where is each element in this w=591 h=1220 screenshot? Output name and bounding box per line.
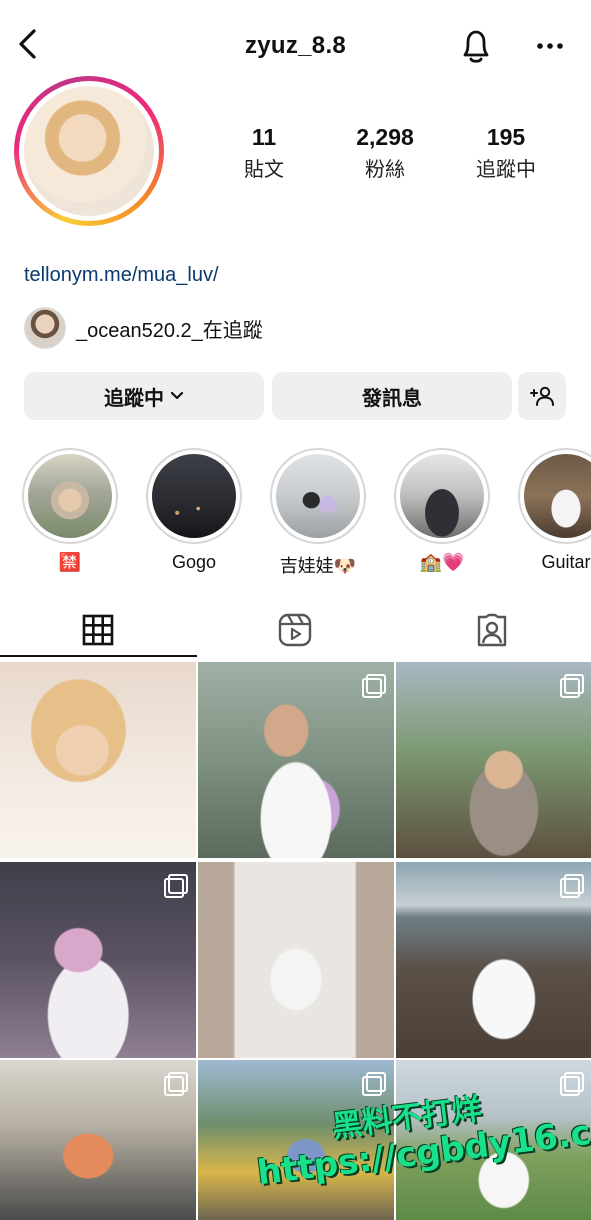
grid-icon — [82, 614, 114, 646]
story-highlight[interactable]: Gogo — [146, 448, 242, 573]
profile-avatar-story-ring[interactable] — [14, 76, 164, 226]
chevron-down-icon — [170, 391, 184, 400]
bio-link[interactable]: tellonym.me/mua_luv/ — [24, 264, 219, 287]
post-thumbnail[interactable] — [198, 862, 394, 1058]
stat-followers[interactable]: 2,298 粉絲 — [325, 124, 445, 182]
active-tab-indicator — [0, 655, 197, 657]
add-person-icon — [530, 386, 554, 406]
highlight-label: 吉娃娃🐶 — [279, 556, 357, 576]
tab-reels[interactable] — [265, 610, 325, 650]
follower-avatar — [24, 307, 66, 349]
highlight-label: Guitar — [541, 552, 591, 572]
post-thumbnail[interactable] — [396, 662, 591, 858]
stat-following[interactable]: 195 追蹤中 — [446, 124, 566, 182]
profile-tabs — [0, 600, 591, 658]
tagged-icon — [477, 613, 507, 647]
profile-stats: 11 貼文 2,298 粉絲 195 追蹤中 — [200, 124, 580, 184]
tab-tagged[interactable] — [462, 610, 522, 650]
message-button[interactable]: 發訊息 — [272, 372, 512, 420]
highlight-label: 🏫💗 — [419, 552, 465, 572]
multiple-photos-icon — [164, 874, 188, 898]
story-highlight[interactable]: Guitar — [518, 448, 591, 573]
multiple-photos-icon — [362, 1072, 386, 1096]
story-highlight[interactable]: 🈲 — [22, 448, 118, 573]
followed-by-text: _ocean520.2_在追蹤 — [76, 319, 263, 342]
profile-username: zyuz_8.8 — [244, 32, 347, 59]
followed-by[interactable]: _ocean520.2_在追蹤 — [24, 306, 263, 350]
stat-posts[interactable]: 11 貼文 — [204, 124, 324, 182]
more-horizontal-icon[interactable] — [530, 26, 570, 66]
highlight-label: 🈲 — [58, 552, 82, 572]
story-highlight[interactable]: 吉娃娃🐶 — [270, 448, 366, 578]
avatar — [24, 86, 154, 216]
post-thumbnail[interactable] — [0, 1060, 196, 1220]
multiple-photos-icon — [560, 874, 584, 898]
multiple-photos-icon — [362, 674, 386, 698]
add-person-button[interactable] — [518, 372, 566, 420]
multiple-photos-icon — [560, 674, 584, 698]
reels-icon — [278, 613, 312, 647]
post-thumbnail[interactable] — [0, 862, 196, 1058]
tab-posts-grid[interactable] — [68, 610, 128, 650]
post-thumbnail[interactable] — [198, 662, 394, 858]
story-highlight[interactable]: 🏫💗 — [394, 448, 490, 573]
following-button[interactable]: 追蹤中 — [24, 372, 264, 420]
highlight-label: Gogo — [171, 552, 217, 572]
post-thumbnail[interactable] — [0, 662, 196, 858]
post-thumbnail[interactable] — [396, 862, 591, 1058]
multiple-photos-icon — [164, 1072, 188, 1096]
bell-icon[interactable] — [456, 24, 496, 68]
